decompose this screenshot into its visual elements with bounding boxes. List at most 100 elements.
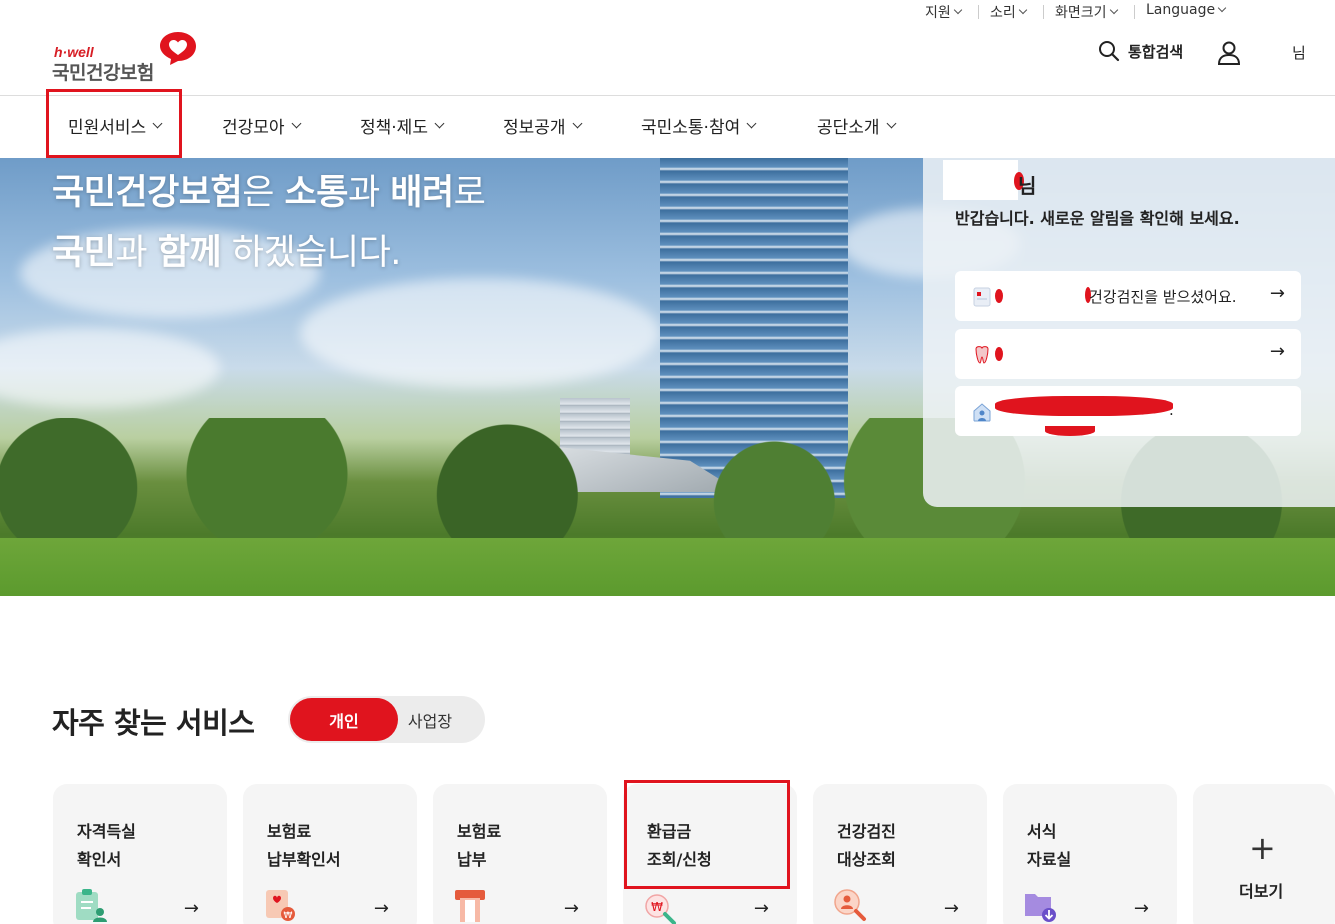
- svg-text:₩: ₩: [651, 900, 663, 914]
- card-title-line2: 대상조회: [837, 850, 896, 869]
- toggle-individual[interactable]: 개인: [290, 698, 398, 741]
- gnb-disclosure[interactable]: 정보공개: [503, 113, 583, 138]
- service-card-refund[interactable]: 환급금 조회/신청 ₩ →: [623, 784, 797, 924]
- site-logo[interactable]: h·well 국민건강보험: [52, 32, 198, 84]
- gnb-label: 국민소통·참여: [641, 118, 741, 138]
- chevron-down-icon: [572, 118, 583, 129]
- user-name-suffix: 님: [1292, 44, 1306, 62]
- chevron-down-icon: [953, 5, 963, 15]
- divider: [1134, 5, 1135, 19]
- util-sound-menu[interactable]: 소리: [990, 2, 1028, 22]
- chevron-down-icon: [886, 118, 897, 129]
- svg-text:₩: ₩: [284, 911, 293, 921]
- more-label: 더보기: [1239, 882, 1284, 901]
- gnb-about[interactable]: 공단소개: [817, 113, 897, 138]
- card-title-line1: 보험료: [267, 822, 312, 841]
- service-card-premium-payment[interactable]: 보험료 납부 →: [433, 784, 607, 924]
- chevron-down-icon: [152, 118, 163, 129]
- gnb-participation[interactable]: 국민소통·참여: [641, 113, 757, 138]
- user-icon: [1217, 41, 1241, 65]
- util-label: 화면크기: [1055, 5, 1107, 21]
- arrow-right-icon: →: [943, 898, 959, 919]
- lawn: [0, 538, 1335, 596]
- frequent-services-title: 자주 찾는 서비스: [52, 706, 255, 740]
- gnb-policy[interactable]: 정책·제도: [360, 113, 445, 138]
- hero-text: 은: [242, 173, 285, 213]
- notification-item[interactable]: →: [955, 329, 1301, 379]
- card-title-line2: 확인서: [77, 850, 122, 869]
- util-label: 소리: [990, 5, 1016, 21]
- arrow-right-icon: →: [1133, 898, 1149, 919]
- search-label: 통합검색: [1128, 42, 1184, 61]
- card-title-line2: 조회/신청: [647, 850, 712, 869]
- redaction-mark: [995, 396, 1173, 416]
- card-title-line2: 납부확인서: [267, 850, 341, 869]
- gnb-label: 정보공개: [503, 118, 566, 138]
- payment-terminal-icon: [455, 890, 485, 922]
- gnb-label: 공단소개: [817, 118, 880, 138]
- card-title-line2: 자료실: [1027, 850, 1072, 869]
- chevron-down-icon: [434, 118, 445, 129]
- magnifier-won-icon: ₩: [645, 894, 676, 924]
- util-label: 지원: [925, 5, 951, 21]
- my-account-button[interactable]: [1216, 41, 1242, 69]
- notification-text: .: [1169, 401, 1174, 419]
- hero-text: 과: [347, 173, 391, 213]
- panel-name-suffix: 님: [1018, 174, 1037, 198]
- arrow-right-icon: →: [563, 898, 579, 919]
- header-divider: [0, 95, 1335, 96]
- hero-text: 하겠습니다.: [221, 233, 402, 273]
- chevron-down-icon: [1217, 3, 1227, 13]
- notification-item[interactable]: .: [955, 386, 1301, 436]
- util-support-menu[interactable]: 지원: [925, 2, 963, 22]
- gnb-label: 정책·제도: [360, 118, 428, 138]
- toggle-business[interactable]: 사업장: [400, 698, 460, 741]
- gnb-civil-service[interactable]: 민원서비스: [68, 113, 163, 138]
- card-title-line1: 서식: [1027, 822, 1057, 841]
- card-title-line1: 보험료: [457, 822, 502, 841]
- divider: [978, 5, 979, 19]
- service-card-forms-library[interactable]: 서식 자료실 →: [1003, 784, 1177, 924]
- hero-text: 소통: [284, 173, 349, 213]
- heart-logo-icon: [160, 32, 196, 65]
- hero-text: 국민: [52, 233, 116, 273]
- notification-item[interactable]: 건강검진을 받으셨어요. →: [955, 271, 1301, 321]
- arrow-right-icon: →: [1269, 283, 1285, 304]
- plus-icon: +: [1249, 829, 1276, 867]
- clipboard-person-icon: [76, 889, 107, 922]
- hero-text: 함께: [157, 233, 222, 273]
- hero-text: 과: [115, 233, 158, 273]
- arrow-right-icon: →: [183, 898, 199, 919]
- gnb-label: 건강모아: [222, 118, 285, 138]
- hero-text: 국민건강보험: [52, 173, 243, 213]
- redacted-username: [943, 160, 1018, 200]
- chevron-down-icon: [291, 118, 302, 129]
- document-won-icon: ₩: [266, 890, 295, 921]
- chevron-down-icon: [1018, 5, 1028, 15]
- magnifier-person-icon: [834, 889, 866, 921]
- more-services-button[interactable]: + 더보기: [1193, 784, 1335, 924]
- arrow-right-icon: →: [753, 898, 769, 919]
- service-card-checkup-target[interactable]: 건강검진 대상조회 →: [813, 784, 987, 924]
- redaction-mark: [1045, 426, 1095, 436]
- service-card-eligibility[interactable]: 자격득실 확인서 →: [53, 784, 227, 924]
- util-language-menu[interactable]: Language: [1146, 2, 1227, 18]
- hero-text: 로: [453, 173, 486, 213]
- panel-greeting: 반갑습니다. 새로운 알림을 확인해 보세요.: [955, 209, 1240, 228]
- util-screensize-menu[interactable]: 화면크기: [1055, 2, 1118, 22]
- search-icon: [1099, 41, 1120, 62]
- util-label: Language: [1146, 2, 1216, 18]
- divider: [1043, 5, 1044, 19]
- logo-name: 국민건강보험: [52, 62, 154, 84]
- gnb-label: 민원서비스: [68, 118, 147, 138]
- card-title-line1: 환급금: [647, 822, 692, 841]
- gnb-health-moa[interactable]: 건강모아: [222, 113, 302, 138]
- arrow-right-icon: →: [1269, 341, 1285, 362]
- hero-text: 배려: [390, 173, 454, 213]
- cloud: [300, 278, 660, 388]
- service-card-payment-certificate[interactable]: 보험료 납부확인서 ₩ →: [243, 784, 417, 924]
- integrated-search-button[interactable]: 통합검색: [1098, 40, 1183, 62]
- chevron-down-icon: [1109, 5, 1118, 15]
- utility-bar: 지원 소리 화면크기 Language: [0, 0, 1335, 24]
- dental-icon: [975, 346, 989, 364]
